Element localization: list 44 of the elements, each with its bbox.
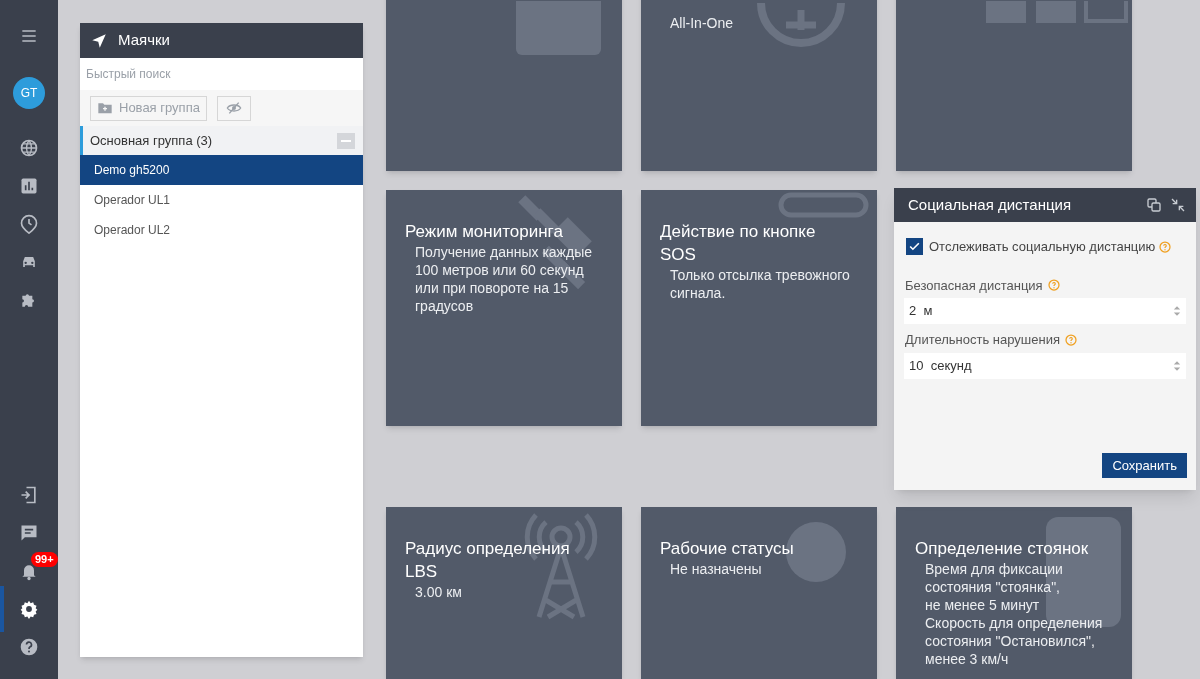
panel-title: Маячки (118, 30, 170, 51)
card-title: Действие по кнопке SOS (660, 221, 817, 266)
card-description: 3.00 км (414, 583, 463, 601)
eye-slash-icon (225, 100, 242, 116)
card-title: Рабочие статусы (660, 538, 795, 560)
search-field[interactable]: Быстрый поиск (80, 58, 363, 90)
number-field[interactable]: 10 секунд (904, 352, 1186, 379)
checkbox-label: Отслеживать социальную дистанцию (929, 238, 1156, 256)
number-field[interactable]: 2 м (904, 298, 1186, 324)
group-header[interactable]: Основная группа (3) (80, 126, 363, 155)
copy-icon[interactable] (1146, 197, 1162, 213)
globe-icon[interactable] (19, 138, 39, 158)
clock-pin-icon[interactable] (19, 214, 39, 234)
tracker-item[interactable]: Operador UL2 (80, 215, 363, 245)
tracker-item[interactable]: Demo gh5200 (80, 155, 363, 185)
folder-plus-icon (97, 100, 113, 116)
help-icon[interactable] (19, 637, 39, 657)
group-name: Основная группа (3) (90, 131, 213, 150)
card-title: Определение стоянок (915, 538, 1090, 560)
settings-icon[interactable] (19, 599, 39, 619)
card-title: Радиус определения LBS (405, 538, 571, 583)
login-icon[interactable] (19, 485, 39, 505)
chat-icon[interactable] (19, 523, 39, 543)
popup-title: Социальная дистанция (908, 194, 1072, 215)
checkbox[interactable] (906, 238, 923, 256)
visibility-toggle-button[interactable] (216, 95, 251, 121)
field-label: Безопасная дистанция (905, 276, 1043, 295)
card-title: Режим мониторинга (405, 221, 564, 243)
save-button[interactable]: Сохранить (1102, 453, 1187, 478)
card-description: Только отсылка тревожного сигнала. (669, 266, 851, 302)
card-description: Не назначены (669, 560, 763, 578)
field-label: Длительность нарушения (905, 331, 1060, 349)
card-description: не менее 5 минут (924, 596, 1041, 614)
card-description: Скорость для определения состояния "Остановился", менее 3 км/ч (924, 614, 1104, 668)
minimize-icon[interactable] (1170, 197, 1186, 213)
card-description: Получение данных каждые 100 метров или 60 секунд или при повороте на 15 градусов (414, 243, 593, 315)
notification-badge: 99+ (31, 552, 58, 567)
tracker-item[interactable]: Operador UL1 (80, 185, 363, 215)
tiles-icon (986, 1, 1128, 23)
circle-plus-icon (757, 2, 845, 47)
card-description: All-In-One (669, 14, 735, 32)
navigation-arrow-icon (90, 31, 108, 50)
bar-chart-icon[interactable] (19, 176, 39, 196)
rounded-rectangle-icon (778, 192, 869, 218)
